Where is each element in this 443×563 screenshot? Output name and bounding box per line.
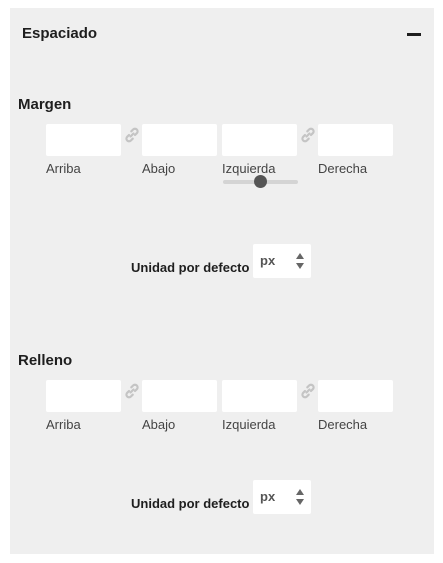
panel-title: Espaciado bbox=[22, 25, 98, 42]
spacing-panel: Espaciado Margen Arriba Abajo Izquierda … bbox=[10, 8, 434, 554]
padding-top-label: Arriba bbox=[46, 417, 81, 432]
padding-right-label: Derecha bbox=[318, 417, 368, 432]
up-down-arrows-icon bbox=[296, 489, 304, 505]
padding-left-label: Izquierda bbox=[222, 417, 276, 432]
padding-unit-select[interactable]: px bbox=[253, 480, 311, 514]
padding-bottom-input[interactable] bbox=[142, 380, 217, 412]
margin-link-top-bottom-icon[interactable] bbox=[123, 126, 141, 144]
margin-unit-select[interactable]: px bbox=[253, 244, 311, 278]
up-down-arrows-icon bbox=[296, 253, 304, 269]
padding-bottom-label: Abajo bbox=[142, 417, 176, 432]
margin-right-input[interactable] bbox=[318, 124, 393, 156]
margin-section-title: Margen bbox=[18, 96, 72, 113]
padding-unit-label: Unidad por defecto bbox=[131, 496, 250, 511]
margin-left-input[interactable] bbox=[222, 124, 297, 156]
padding-right-input[interactable] bbox=[318, 380, 393, 412]
margin-right-label: Derecha bbox=[318, 161, 368, 176]
padding-section-title: Relleno bbox=[18, 352, 73, 369]
margin-slider-thumb[interactable] bbox=[254, 175, 267, 188]
padding-top-input[interactable] bbox=[46, 380, 121, 412]
padding-left-input[interactable] bbox=[222, 380, 297, 412]
margin-bottom-input[interactable] bbox=[142, 124, 217, 156]
margin-left-label: Izquierda bbox=[222, 161, 276, 176]
padding-link-top-bottom-icon[interactable] bbox=[123, 382, 141, 400]
margin-slider[interactable] bbox=[223, 175, 298, 188]
margin-top-input[interactable] bbox=[46, 124, 121, 156]
margin-bottom-label: Abajo bbox=[142, 161, 176, 176]
margin-link-left-right-icon[interactable] bbox=[299, 126, 317, 144]
padding-unit-value: px bbox=[260, 489, 276, 504]
padding-link-left-right-icon[interactable] bbox=[299, 382, 317, 400]
margin-top-label: Arriba bbox=[46, 161, 81, 176]
margin-unit-value: px bbox=[260, 253, 276, 268]
margin-unit-label: Unidad por defecto bbox=[131, 260, 250, 275]
minus-icon[interactable] bbox=[407, 28, 421, 42]
